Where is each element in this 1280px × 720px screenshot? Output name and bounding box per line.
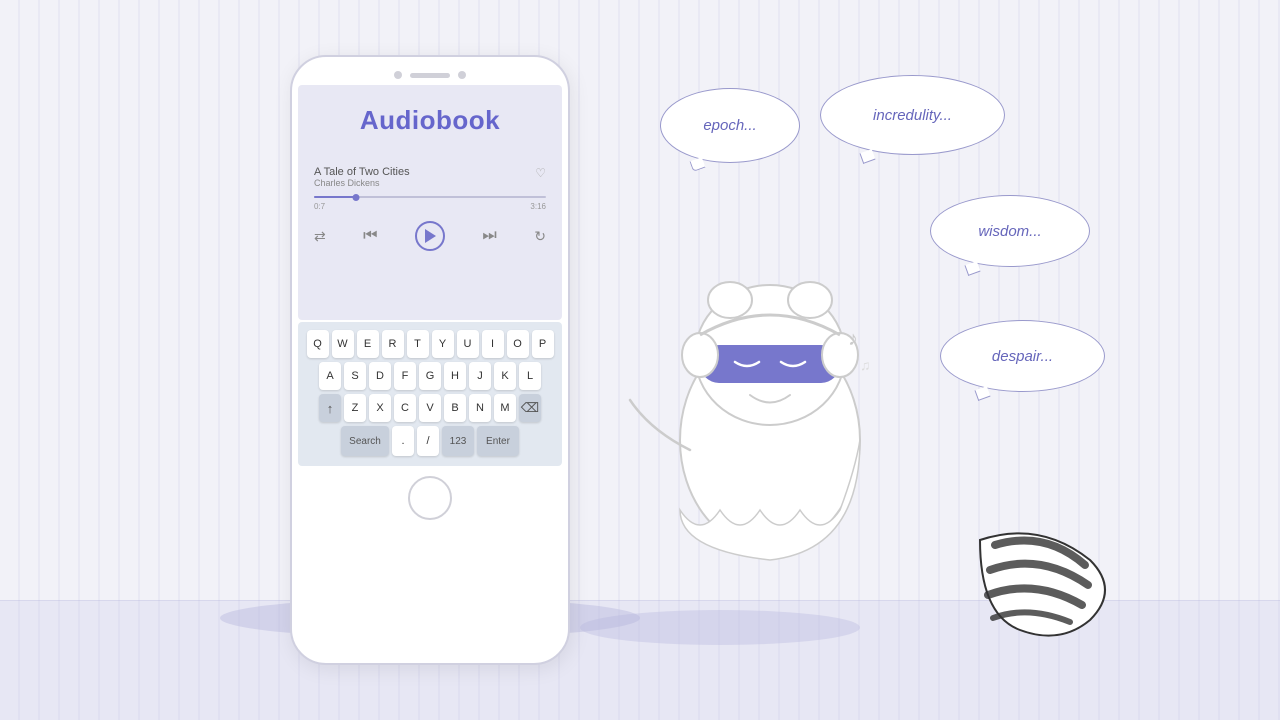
key-e[interactable]: E: [357, 330, 379, 358]
bubble-epoch: epoch...: [660, 88, 800, 163]
prev-button[interactable]: ⏮: [363, 227, 377, 245]
svg-text:♫: ♫: [860, 357, 871, 373]
keyboard-row-4: Search . / 123 Enter: [302, 426, 558, 456]
track-header: A Tale of Two Cities Charles Dickens ♡: [314, 166, 546, 188]
track-author: Charles Dickens: [314, 178, 410, 188]
progress-dot: [352, 194, 359, 201]
progress-bar[interactable]: [314, 196, 546, 198]
key-h[interactable]: H: [444, 362, 466, 390]
keyboard: Q W E R T Y U I O P A S D F G H J K L ↑ …: [298, 322, 562, 466]
playback-controls: ⇄ ⏮ ⏭ ↻: [314, 221, 546, 251]
key-o[interactable]: O: [507, 330, 529, 358]
key-shift[interactable]: ↑: [319, 394, 341, 422]
key-t[interactable]: T: [407, 330, 429, 358]
keyboard-row-2: A S D F G H J K L: [302, 362, 558, 390]
phone-top-bar: [292, 57, 568, 85]
key-u[interactable]: U: [457, 330, 479, 358]
key-l[interactable]: L: [519, 362, 541, 390]
shuffle-button[interactable]: ⇄: [314, 228, 326, 245]
svg-text:♪: ♪: [848, 328, 858, 350]
heart-icon[interactable]: ♡: [535, 166, 546, 180]
key-r[interactable]: R: [382, 330, 404, 358]
phone-camera: [394, 71, 402, 79]
track-name: A Tale of Two Cities: [314, 166, 410, 178]
key-y[interactable]: Y: [432, 330, 454, 358]
key-q[interactable]: Q: [307, 330, 329, 358]
key-b[interactable]: B: [444, 394, 466, 422]
key-enter[interactable]: Enter: [477, 426, 519, 456]
key-period[interactable]: .: [392, 426, 414, 456]
key-w[interactable]: W: [332, 330, 354, 358]
play-button[interactable]: [415, 221, 445, 251]
bubble-despair: despair...: [940, 320, 1105, 392]
character-shadow: [580, 610, 860, 645]
time-labels: 0:7 3:16: [314, 202, 546, 211]
home-button[interactable]: [408, 476, 452, 520]
app-screen: Audiobook A Tale of Two Cities Charles D…: [298, 85, 562, 320]
key-a[interactable]: A: [319, 362, 341, 390]
bubble-incredulity-text: incredulity...: [873, 107, 952, 124]
key-j[interactable]: J: [469, 362, 491, 390]
key-c[interactable]: C: [394, 394, 416, 422]
key-g[interactable]: G: [419, 362, 441, 390]
key-x[interactable]: X: [369, 394, 391, 422]
raccoon-tail: [960, 530, 1110, 650]
app-title: Audiobook: [360, 105, 500, 136]
track-details: A Tale of Two Cities Charles Dickens: [314, 166, 410, 188]
track-info: A Tale of Two Cities Charles Dickens ♡ 0…: [314, 166, 546, 251]
keyboard-row-1: Q W E R T Y U I O P: [302, 330, 558, 358]
character: ♪ ♫: [600, 160, 940, 580]
time-current: 0:7: [314, 202, 325, 211]
key-v[interactable]: V: [419, 394, 441, 422]
key-n[interactable]: N: [469, 394, 491, 422]
key-z[interactable]: Z: [344, 394, 366, 422]
key-d[interactable]: D: [369, 362, 391, 390]
key-s[interactable]: S: [344, 362, 366, 390]
bubble-epoch-text: epoch...: [703, 117, 756, 134]
bubble-wisdom-text: wisdom...: [978, 223, 1041, 240]
bubble-incredulity: incredulity...: [820, 75, 1005, 155]
key-p[interactable]: P: [532, 330, 554, 358]
key-slash[interactable]: /: [417, 426, 439, 456]
key-k[interactable]: K: [494, 362, 516, 390]
repeat-button[interactable]: ↻: [534, 228, 546, 245]
phone-camera-right: [458, 71, 466, 79]
phone: Audiobook A Tale of Two Cities Charles D…: [290, 55, 570, 665]
key-search[interactable]: Search: [341, 426, 389, 456]
key-f[interactable]: F: [394, 362, 416, 390]
bubble-wisdom: wisdom...: [930, 195, 1090, 267]
bubble-despair-text: despair...: [992, 348, 1053, 365]
progress-fill: [314, 196, 356, 198]
key-i[interactable]: I: [482, 330, 504, 358]
keyboard-row-3: ↑ Z X C V B N M ⌫: [302, 394, 558, 422]
progress-track: [314, 196, 546, 198]
key-123[interactable]: 123: [442, 426, 474, 456]
play-icon: [425, 229, 436, 243]
time-total: 3:16: [530, 202, 546, 211]
key-backspace[interactable]: ⌫: [519, 394, 541, 422]
next-button[interactable]: ⏭: [482, 227, 496, 245]
key-m[interactable]: M: [494, 394, 516, 422]
phone-speaker: [410, 73, 450, 78]
